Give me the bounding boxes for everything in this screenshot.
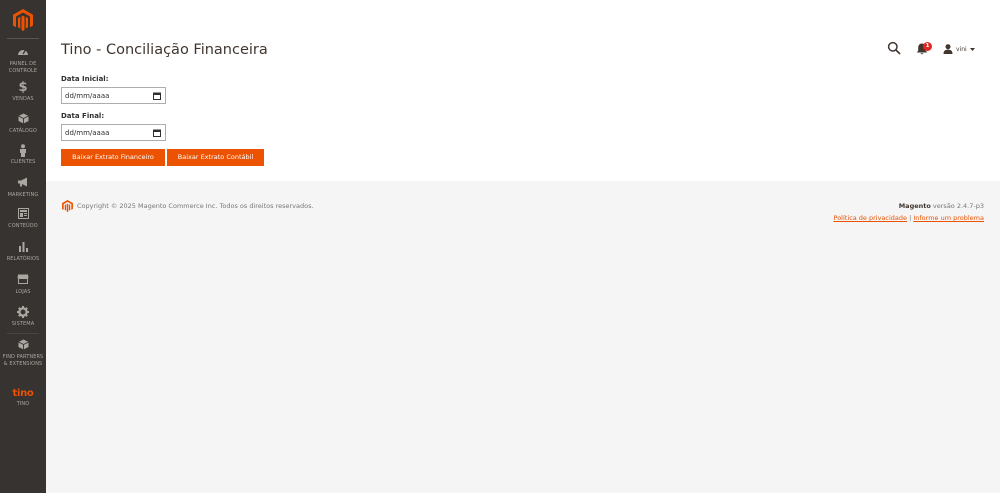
sidebar-item-customers[interactable]: CLIENTES — [0, 144, 46, 165]
sidebar-item-find-partners[interactable]: FIND PARTNERS & EXTENSIONS — [0, 339, 46, 367]
cube-icon — [0, 113, 46, 127]
sidebar-item-label: PAINEL DE — [9, 61, 37, 67]
sidebar-item-label: RELATÓRIOS — [6, 256, 40, 262]
page-title: Tino - Conciliação Financeira — [61, 42, 268, 58]
magento-footer-logo-icon — [62, 200, 73, 212]
sidebar-item-marketing[interactable]: MARKETING — [0, 177, 46, 198]
admin-sidebar: PAINEL DE CONTROLE $ VENDAS CATÁLOGO CLI… — [0, 0, 46, 493]
sidebar-item-label: LOJAS — [15, 289, 31, 295]
footer-brand: Magento — [898, 202, 931, 210]
sidebar-divider — [7, 38, 39, 39]
sidebar-item-catalog[interactable]: CATÁLOGO — [0, 113, 46, 134]
bar-chart-icon — [0, 241, 46, 255]
footer-version-number: versão 2.4.7-p3 — [930, 202, 984, 210]
sidebar-item-label: CONTEÚDO — [8, 223, 38, 229]
user-account-menu[interactable]: vini — [943, 42, 975, 56]
start-date-label: Data Inicial: — [61, 75, 109, 83]
download-financial-statement-button[interactable]: Baixar Extrato Financeiro — [61, 149, 165, 166]
store-icon — [0, 274, 46, 288]
download-accounting-statement-button[interactable]: Baixar Extrato Contábil — [167, 149, 264, 166]
sidebar-item-system[interactable]: SISTEMA — [0, 306, 46, 327]
sidebar-item-label: CATÁLOGO — [9, 128, 37, 134]
sidebar-item-reports[interactable]: RELATÓRIOS — [0, 241, 46, 262]
magento-logo-icon[interactable] — [13, 9, 33, 31]
footer-links: Política de privacidade | Informe um pro… — [834, 214, 984, 222]
end-date-label: Data Final: — [61, 112, 105, 120]
calendar-icon[interactable] — [153, 92, 161, 100]
sidebar-item-label: TINO — [16, 401, 30, 407]
sidebar-item-label: MARKETING — [7, 192, 39, 198]
sidebar-item-label: SISTEMA — [11, 321, 35, 327]
tino-logo-mark: tino — [12, 388, 34, 399]
sidebar-item-tino[interactable]: tino TINO — [0, 381, 46, 408]
sidebar-divider — [7, 333, 39, 334]
user-icon — [943, 44, 953, 54]
end-date-placeholder: dd/mm/aaaa — [65, 128, 110, 137]
person-icon — [0, 144, 46, 158]
sidebar-item-content[interactable]: CONTEÚDO — [0, 208, 46, 229]
notifications-count-badge[interactable]: 1 — [923, 42, 932, 51]
footer-version: Magento versão 2.4.7-p3 — [899, 202, 984, 210]
megaphone-icon — [0, 177, 46, 191]
gear-icon — [0, 306, 46, 320]
sidebar-item-label: CLIENTES — [10, 159, 36, 165]
content-icon — [0, 208, 46, 222]
extensions-icon — [0, 339, 46, 353]
start-date-input[interactable]: dd/mm/aaaa — [61, 87, 166, 104]
search-icon[interactable] — [887, 41, 901, 55]
sidebar-item-dashboard[interactable]: PAINEL DE CONTROLE — [0, 46, 46, 74]
dashboard-icon — [0, 46, 46, 60]
sidebar-item-sales[interactable]: $ VENDAS — [0, 80, 46, 103]
sidebar-item-label: CONTROLE — [8, 68, 38, 74]
calendar-icon[interactable] — [153, 129, 161, 137]
report-problem-link[interactable]: Informe um problema — [913, 214, 984, 222]
sidebar-item-label: & EXTENSIONS — [3, 361, 43, 367]
sidebar-item-label: VENDAS — [12, 96, 34, 102]
sidebar-item-stores[interactable]: LOJAS — [0, 274, 46, 295]
footer-copyright: Copyright © 2025 Magento Commerce Inc. T… — [77, 202, 314, 210]
end-date-input[interactable]: dd/mm/aaaa — [61, 124, 166, 141]
privacy-policy-link[interactable]: Política de privacidade — [834, 214, 908, 222]
dollar-icon: $ — [18, 80, 28, 95]
chevron-down-icon — [969, 47, 975, 51]
sidebar-item-label: FIND PARTNERS — [2, 354, 44, 360]
page-content: Tino - Conciliação Financeira 1 vini Dat… — [46, 0, 1000, 181]
start-date-placeholder: dd/mm/aaaa — [65, 91, 110, 100]
user-name: vini — [956, 45, 967, 53]
